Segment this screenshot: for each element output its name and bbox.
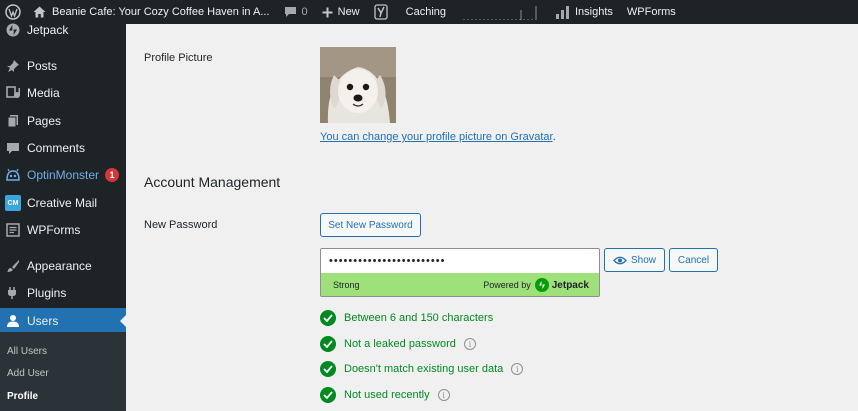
stats-sparkline[interactable] <box>446 0 538 24</box>
rule-text: Between 6 and 150 characters <box>344 312 494 324</box>
caching-label: Caching <box>405 6 446 18</box>
sidebar-item-plugins[interactable]: Plugins <box>0 280 126 306</box>
powered-by-label: Powered by <box>483 280 531 290</box>
sidebar-item-label: Appearance <box>27 259 92 273</box>
gravatar-link-text[interactable]: You can change your profile picture on G… <box>320 131 553 143</box>
submenu-all-users[interactable]: All Users <box>7 346 47 357</box>
sidebar-item-jetpack[interactable]: Jetpack <box>0 17 126 43</box>
check-icon <box>320 387 336 403</box>
sidebar-item-label: Creative Mail <box>27 196 98 210</box>
rule-text: Not a leaked password <box>344 338 456 350</box>
sidebar-item-appearance[interactable]: Appearance <box>0 253 126 279</box>
comments-count: 0 <box>301 6 308 18</box>
notification-badge: 1 <box>105 168 120 182</box>
creative-mail-icon-text: CM <box>7 199 19 207</box>
password-input[interactable] <box>321 249 599 273</box>
profile-picture-label: Profile Picture <box>144 52 213 64</box>
rule-text: Not used recently <box>344 389 430 401</box>
password-strength-meter: Strong Powered by Jetpack <box>321 273 599 296</box>
rule-text: Doesn't match existing user data <box>344 363 504 375</box>
sidebar-item-comments[interactable]: Comments <box>0 135 126 161</box>
profile-avatar <box>320 47 396 123</box>
submenu-profile[interactable]: Profile <box>7 391 38 402</box>
comments-link[interactable]: 0 <box>284 0 308 24</box>
yoast-seo-link[interactable] <box>373 0 388 24</box>
sidebar-item-creative-mail[interactable]: CM Creative Mail <box>0 190 126 216</box>
bar-chart-icon <box>556 5 569 19</box>
sidebar-item-label: Users <box>27 314 59 328</box>
cancel-password-button[interactable]: Cancel <box>669 248 718 272</box>
yoast-icon <box>373 4 388 20</box>
jetpack-logo-icon <box>534 278 549 292</box>
sidebar-item-label: Media <box>27 86 60 100</box>
sidebar-item-label: Posts <box>27 59 58 73</box>
caching-link[interactable]: Caching <box>406 0 446 24</box>
comment-bubble-icon <box>284 6 297 18</box>
optinmonster-icon <box>5 167 21 183</box>
gravatar-link-suffix: . <box>552 131 556 143</box>
powered-by-brand: Jetpack <box>551 279 589 291</box>
sidebar-item-label: Jetpack <box>27 23 69 37</box>
media-icon <box>5 85 21 101</box>
users-submenu: All Users Add User Profile <box>0 332 126 411</box>
info-icon[interactable]: i <box>437 389 450 401</box>
powered-by-jetpack: Powered by Jetpack <box>483 278 589 292</box>
plus-icon <box>322 7 333 18</box>
password-rule-leaked: Not a leaked password i <box>320 335 476 353</box>
pin-icon <box>5 58 21 74</box>
wpforms-icon <box>5 222 21 238</box>
password-field-wrapper: Strong Powered by Jetpack <box>320 248 600 297</box>
jetpack-icon <box>5 22 21 38</box>
sidebar-item-label: WPForms <box>27 223 81 237</box>
admin-bar: Beanie Cafe: Your Cozy Coffee Haven in A… <box>0 0 858 24</box>
show-password-label: Show <box>630 254 656 266</box>
check-icon <box>320 361 336 377</box>
wpforms-adminbar-link[interactable]: WPForms <box>627 0 676 24</box>
sidebar-item-label: OptinMonster <box>27 168 100 182</box>
password-rule-recent: Not used recently i <box>320 386 450 404</box>
show-password-button[interactable]: Show <box>604 248 665 272</box>
sidebar-item-wpforms[interactable]: WPForms <box>0 217 126 243</box>
plugin-icon <box>5 285 21 301</box>
new-label: New <box>337 6 360 18</box>
wpforms-label: WPForms <box>626 6 676 18</box>
sidebar-item-media[interactable]: Media <box>0 80 126 106</box>
gravatar-link[interactable]: You can change your profile picture on G… <box>320 131 556 143</box>
password-rule-length: Between 6 and 150 characters <box>320 309 493 327</box>
info-icon[interactable]: i <box>463 338 476 350</box>
user-icon <box>5 313 21 329</box>
admin-sidebar: Jetpack Posts Media Pages Comments Optin… <box>0 23 126 411</box>
brush-icon <box>5 258 21 274</box>
sidebar-item-users[interactable]: Users <box>0 308 126 334</box>
sidebar-item-label: Comments <box>27 141 86 155</box>
sidebar-item-label: Pages <box>27 114 62 128</box>
account-management-heading: Account Management <box>144 174 281 190</box>
check-icon <box>320 336 336 352</box>
pages-icon <box>5 113 21 129</box>
insights-link[interactable]: Insights <box>556 0 613 24</box>
info-icon[interactable]: i <box>511 363 524 375</box>
password-strength-label: Strong <box>333 280 360 290</box>
set-new-password-button[interactable]: Set New Password <box>320 213 421 237</box>
sidebar-item-posts[interactable]: Posts <box>0 53 126 79</box>
eye-icon <box>613 256 627 265</box>
sidebar-item-optinmonster[interactable]: OptinMonster 1 <box>0 162 126 188</box>
check-icon <box>320 310 336 326</box>
sidebar-item-label: Plugins <box>27 286 67 300</box>
new-content-link[interactable]: New <box>322 0 360 24</box>
comment-icon <box>5 140 21 156</box>
creative-mail-icon: CM <box>5 195 21 211</box>
submenu-add-user[interactable]: Add User <box>7 368 49 379</box>
password-rule-user-data: Doesn't match existing user data i <box>320 360 524 378</box>
sidebar-item-pages[interactable]: Pages <box>0 108 126 134</box>
new-password-label: New Password <box>144 219 218 231</box>
profile-content: Profile Picture You can change your prof… <box>126 24 858 411</box>
insights-label: Insights <box>575 6 613 18</box>
